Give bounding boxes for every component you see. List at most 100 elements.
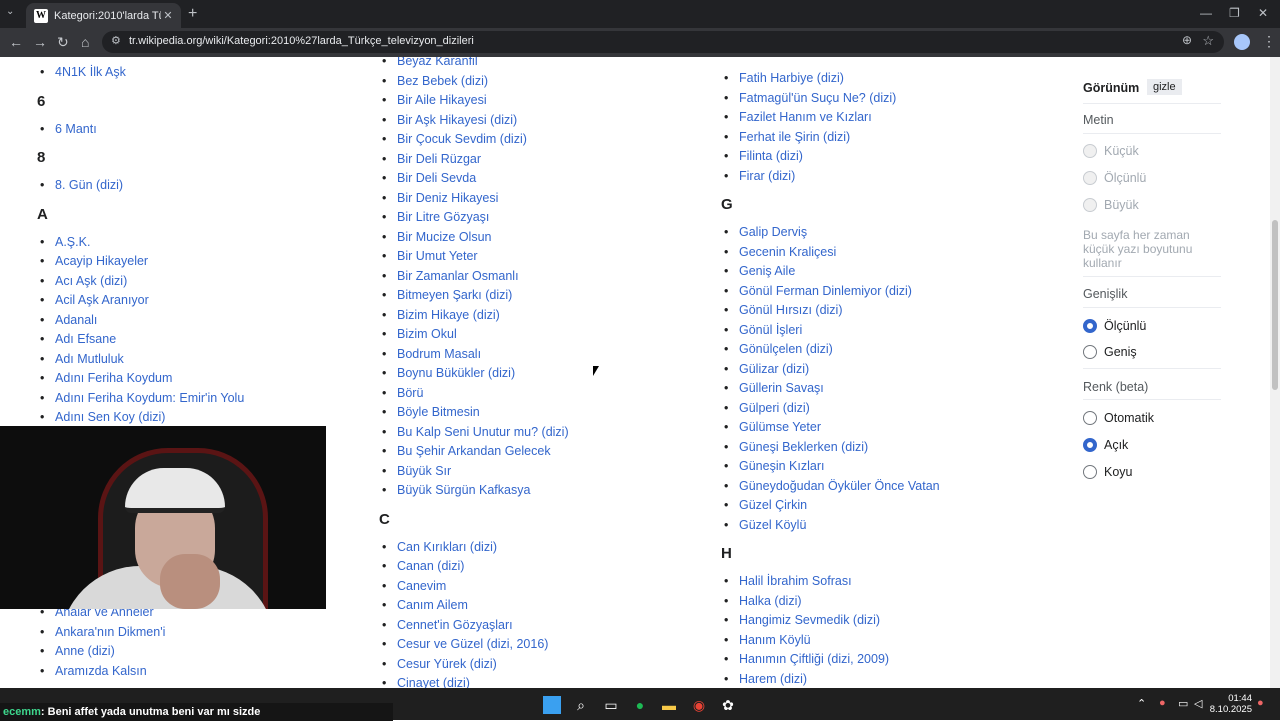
category-link[interactable]: Hanımın Çiftliği (dizi, 2009) (724, 652, 889, 666)
radio-text-large[interactable]: Büyük (1083, 198, 1139, 212)
category-link[interactable]: 8. Gün (dizi) (40, 178, 123, 192)
category-link[interactable]: Can Kırıkları (dizi) (382, 540, 497, 554)
category-link[interactable]: Firar (dizi) (724, 169, 795, 183)
radio-width-standard[interactable]: Ölçünlü (1083, 319, 1146, 333)
category-link[interactable]: Gönül Hırsızı (dizi) (724, 303, 842, 317)
category-link[interactable]: Ankara'nın Dikmen'i (40, 625, 165, 639)
category-link[interactable]: Adanalı (40, 313, 98, 327)
category-link[interactable]: Bir Umut Yeter (382, 249, 478, 263)
category-link[interactable]: Adını Feriha Koydum (40, 371, 172, 385)
category-link[interactable]: Geniş Aile (724, 264, 795, 278)
radio-color-auto[interactable]: Otomatik (1083, 411, 1154, 425)
category-link[interactable]: Bir Deniz Hikayesi (382, 191, 498, 205)
back-icon[interactable]: ← (9, 34, 23, 50)
category-link[interactable]: Güzel Çirkin (724, 498, 807, 512)
chrome-icon[interactable]: ◉ (690, 696, 708, 714)
category-link[interactable]: Canım Ailem (382, 598, 468, 612)
category-link[interactable]: Halil İbrahim Sofrası (724, 574, 851, 588)
category-link[interactable]: Cennet'in Gözyaşları (382, 618, 513, 632)
category-link[interactable]: Gönül İşleri (724, 323, 802, 337)
category-link[interactable]: Bu Kalp Seni Unutur mu? (dizi) (382, 425, 569, 439)
minimize-icon[interactable]: — (1200, 6, 1212, 20)
new-tab-icon[interactable]: + (188, 5, 197, 23)
category-link[interactable]: Canan (dizi) (382, 559, 464, 573)
clock[interactable]: 01:44 8.10.2025 (1206, 693, 1252, 715)
windows-start-icon[interactable] (543, 696, 561, 714)
category-link[interactable]: Bodrum Masalı (382, 347, 481, 361)
category-link[interactable]: Adı Efsane (40, 332, 116, 346)
category-link[interactable]: Aramızda Kalsın (40, 664, 147, 678)
category-link[interactable]: Büyük Sır (382, 464, 451, 478)
category-link[interactable]: Bu Şehir Arkandan Gelecek (382, 444, 551, 458)
category-link[interactable]: Gülümse Yeter (724, 420, 821, 434)
tab-search-icon[interactable]: ⌄ (6, 6, 14, 17)
address-bar[interactable]: ⚙ tr.wikipedia.org/wiki/Kategori:2010%27… (102, 31, 1224, 53)
category-link[interactable]: Bir Deli Sevda (382, 171, 476, 185)
radio-color-dark[interactable]: Koyu (1083, 465, 1133, 479)
category-link[interactable]: Bizim Hikaye (dizi) (382, 308, 500, 322)
category-link[interactable]: Bir Çocuk Sevdim (dizi) (382, 132, 527, 146)
radio-text-small[interactable]: Küçük (1083, 144, 1139, 158)
category-link[interactable]: Hanım Köylü (724, 633, 810, 647)
category-link[interactable]: Cesur ve Güzel (dizi, 2016) (382, 637, 548, 651)
category-link[interactable]: Bir Zamanlar Osmanlı (382, 269, 519, 283)
category-link[interactable]: Börü (382, 386, 424, 400)
category-link[interactable]: Bitmeyen Şarkı (dizi) (382, 288, 512, 302)
category-link[interactable]: Güneşi Beklerken (dizi) (724, 440, 868, 454)
radio-color-light[interactable]: Açık (1083, 438, 1128, 452)
microphone-icon[interactable]: ● (1159, 697, 1166, 709)
radio-width-wide[interactable]: Geniş (1083, 345, 1137, 359)
category-link[interactable]: Bizim Okul (382, 327, 457, 341)
category-link[interactable]: Gönülçelen (dizi) (724, 342, 833, 356)
category-link[interactable]: Ferhat ile Şirin (dizi) (724, 130, 850, 144)
notification-icon[interactable]: ● (1257, 697, 1264, 709)
category-link[interactable]: Cinayet (dizi) (382, 676, 470, 688)
category-link[interactable]: Fatmagül'ün Suçu Ne? (dizi) (724, 91, 896, 105)
category-link[interactable]: Fatih Harbiye (dizi) (724, 71, 844, 85)
category-link[interactable]: Güzel Köylü (724, 518, 806, 532)
category-link[interactable]: 6 Mantı (40, 122, 97, 136)
radio-text-standard[interactable]: Ölçünlü (1083, 171, 1146, 185)
category-link[interactable]: Filinta (dizi) (724, 149, 803, 163)
category-link[interactable]: Güllerin Savaşı (724, 381, 824, 395)
file-explorer-icon[interactable]: ▬ (660, 696, 678, 714)
search-icon[interactable]: ⌕ (572, 696, 590, 714)
zoom-icon[interactable]: ⊕ (1182, 33, 1192, 47)
bookmark-star-icon[interactable]: ☆ (1202, 33, 1214, 49)
menu-icon[interactable]: ⋮ (1262, 33, 1276, 50)
category-link[interactable]: Harem (dizi) (724, 672, 807, 686)
category-link[interactable]: Bir Aşk Hikayesi (dizi) (382, 113, 517, 127)
category-link[interactable]: Gönül Ferman Dinlemiyor (dizi) (724, 284, 912, 298)
category-link[interactable]: Acı Aşk (dizi) (40, 274, 127, 288)
restore-icon[interactable]: ❐ (1229, 6, 1240, 20)
volume-icon[interactable]: ◁ (1194, 697, 1202, 710)
category-link[interactable]: Büyük Sürgün Kafkasya (382, 483, 530, 497)
site-info-icon[interactable]: ⚙ (111, 34, 121, 47)
category-link[interactable]: Gülperi (dizi) (724, 401, 810, 415)
category-link[interactable]: Güneydoğudan Öyküler Önce Vatan (724, 479, 940, 493)
category-link[interactable]: Galip Derviş (724, 225, 807, 239)
category-link[interactable]: Adı Mutluluk (40, 352, 124, 366)
category-link[interactable]: Bir Deli Rüzgar (382, 152, 481, 166)
category-link[interactable]: Adını Sen Koy (dizi) (40, 410, 166, 424)
category-link[interactable]: Bez Bebek (dizi) (382, 74, 488, 88)
category-link[interactable]: Cesur Yürek (dizi) (382, 657, 497, 671)
tray-chevron-icon[interactable]: ⌃ (1137, 697, 1146, 710)
hide-button[interactable]: gizle (1147, 79, 1182, 95)
category-link[interactable]: Boynu Bükükler (dizi) (382, 366, 515, 380)
category-link[interactable]: Gülizar (dizi) (724, 362, 809, 376)
reload-icon[interactable]: ↻ (57, 34, 69, 51)
close-tab-icon[interactable]: ✕ (161, 9, 175, 22)
category-link[interactable]: A.Ş.K. (40, 235, 91, 249)
category-link[interactable]: Güneşin Kızları (724, 459, 825, 473)
category-link[interactable]: Fazilet Hanım ve Kızları (724, 110, 872, 124)
category-link[interactable]: Acayip Hikayeler (40, 254, 148, 268)
category-link[interactable]: Bir Litre Gözyaşı (382, 210, 489, 224)
category-link[interactable]: Böyle Bitmesin (382, 405, 480, 419)
task-view-icon[interactable]: ▭ (602, 696, 620, 714)
forward-icon[interactable]: → (33, 34, 47, 50)
home-icon[interactable]: ⌂ (81, 34, 89, 50)
category-link[interactable]: Adını Feriha Koydum: Emir'in Yolu (40, 391, 244, 405)
category-link[interactable]: Canevim (382, 579, 446, 593)
category-link[interactable]: Beyaz Karanfil (382, 57, 478, 68)
